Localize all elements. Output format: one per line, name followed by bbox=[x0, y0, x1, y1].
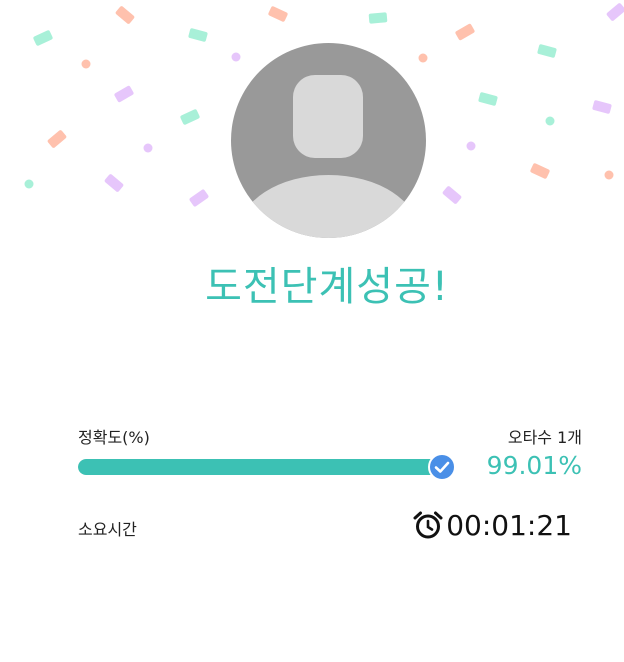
duration-label: 소요시간 bbox=[78, 520, 137, 539]
accuracy-label: 정확도(%) bbox=[78, 428, 150, 447]
accuracy-percent: 99.01% bbox=[486, 451, 582, 480]
typo-count: 오타수 1개 bbox=[507, 428, 582, 447]
accuracy-progress-bar bbox=[78, 459, 446, 475]
check-circle-icon bbox=[428, 453, 457, 481]
success-title: 도전단계성공! bbox=[205, 264, 449, 310]
accuracy-progress-fill bbox=[78, 459, 443, 475]
alarm-clock-icon bbox=[413, 511, 443, 539]
avatar bbox=[231, 43, 426, 238]
user-silhouette-icon bbox=[231, 43, 426, 238]
duration-value: 00:01:21 bbox=[446, 509, 572, 542]
